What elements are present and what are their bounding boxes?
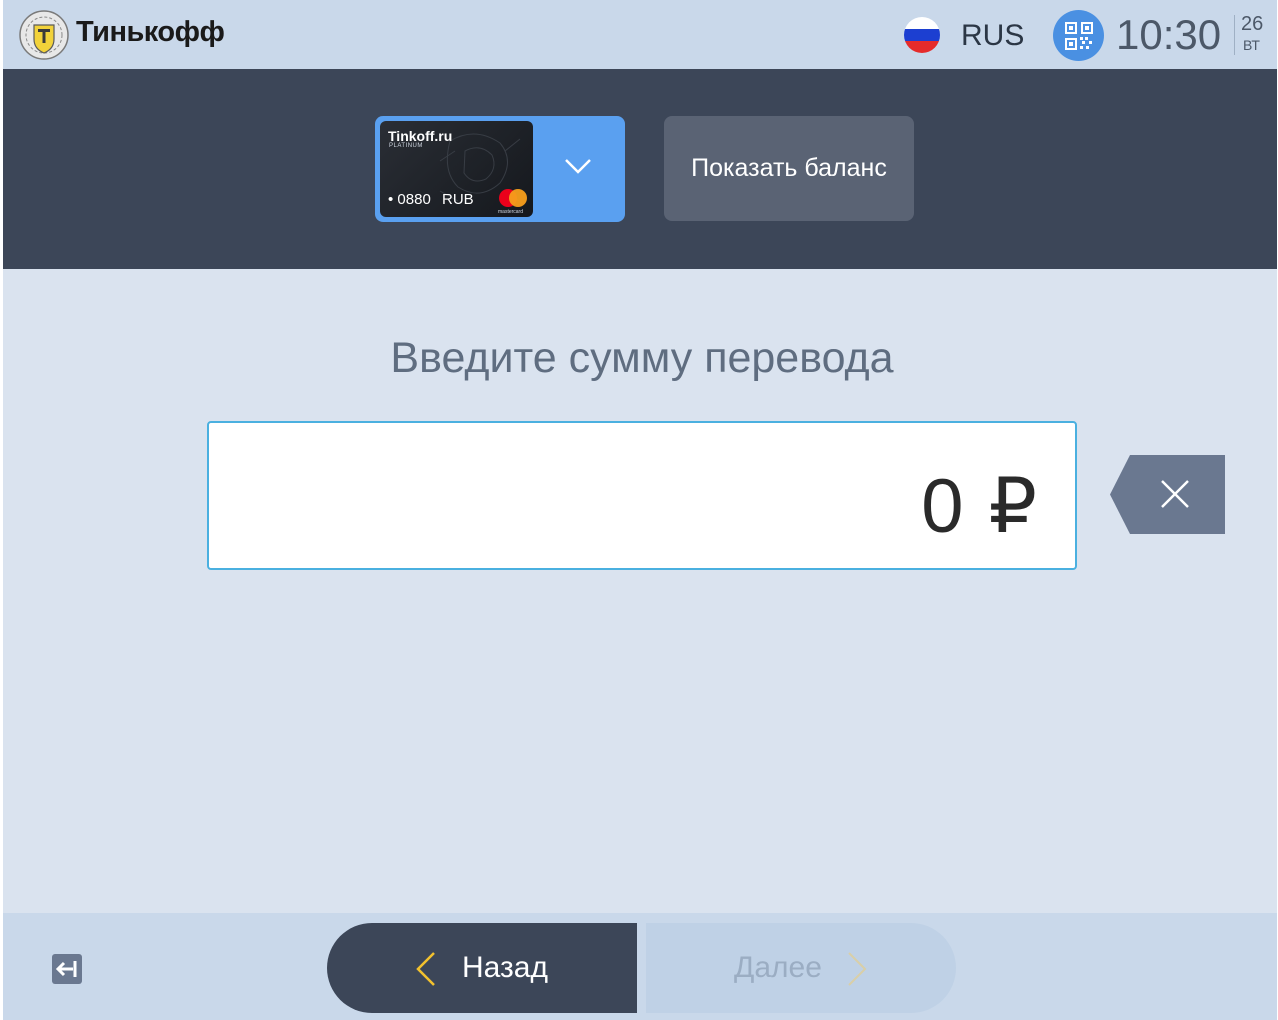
bank-card-image: Tinkoff.ru PLATINUM • 0880 RUB mastercar… xyxy=(380,121,533,217)
next-button[interactable]: Далее xyxy=(646,923,956,1013)
card-currency: RUB xyxy=(442,191,474,208)
date-weekday: ВТ xyxy=(1243,37,1260,53)
card-tier: PLATINUM xyxy=(389,143,423,149)
amount-value: 0 ₽ xyxy=(921,464,1039,549)
card-number: • 0880 xyxy=(388,191,431,208)
show-balance-button[interactable]: Показать баланс xyxy=(664,116,914,221)
payment-system-label: mastercard xyxy=(498,209,524,215)
mastercard-icon xyxy=(499,189,527,207)
language-label[interactable]: RUS xyxy=(961,19,1024,53)
date-day: 26 xyxy=(1241,13,1264,35)
chevron-down-icon xyxy=(565,159,591,174)
top-bar: Тинькофф RUS 10:30 26 ВТ xyxy=(3,0,1277,69)
qr-code-button[interactable] xyxy=(1053,10,1104,61)
brand-name: Тинькофф xyxy=(76,16,225,48)
card-band: Tinkoff.ru PLATINUM • 0880 RUB mastercar… xyxy=(3,69,1277,269)
card-selector[interactable]: Tinkoff.ru PLATINUM • 0880 RUB mastercar… xyxy=(375,116,625,222)
russian-flag-icon[interactable] xyxy=(904,17,940,53)
qr-code-icon xyxy=(1064,21,1093,50)
tinkoff-logo-icon xyxy=(19,10,69,60)
amount-input[interactable]: 0 ₽ xyxy=(207,421,1077,570)
back-button[interactable]: Назад xyxy=(327,923,637,1013)
clear-amount-button[interactable] xyxy=(1110,455,1225,534)
next-button-label: Далее xyxy=(734,951,822,984)
chevron-right-icon xyxy=(848,952,867,986)
bottom-bar: Назад Далее xyxy=(3,913,1277,1020)
back-button-label: Назад xyxy=(462,951,548,984)
chevron-left-icon xyxy=(416,952,435,986)
atm-screen: Тинькофф RUS 10:30 26 ВТ Tinkoff.ru PLAT… xyxy=(3,0,1277,1020)
date-divider xyxy=(1234,15,1235,55)
exit-icon[interactable] xyxy=(51,953,83,985)
card-brand: Tinkoff.ru xyxy=(388,128,453,144)
clock-time: 10:30 xyxy=(1116,11,1222,58)
page-title: Введите сумму перевода xyxy=(390,334,894,382)
